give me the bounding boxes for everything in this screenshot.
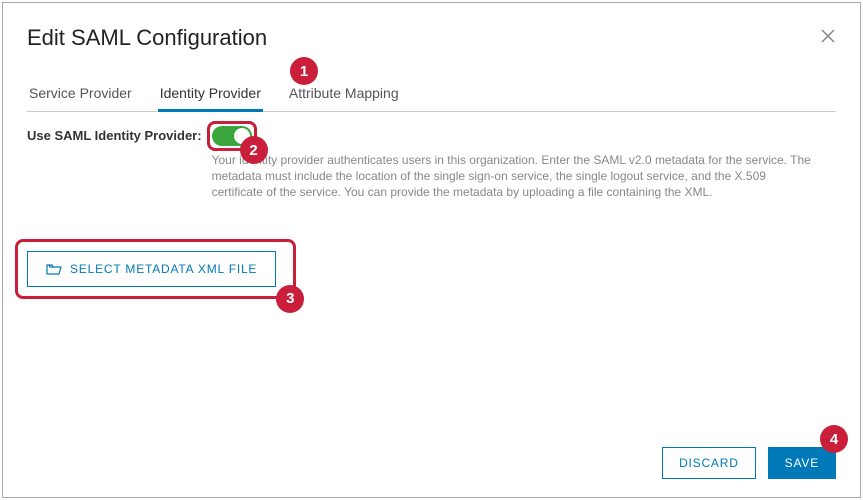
save-button[interactable]: SAVE (768, 447, 836, 479)
close-icon (820, 27, 836, 49)
discard-button[interactable]: DISCARD (662, 447, 756, 479)
tab-service-provider[interactable]: Service Provider (27, 79, 134, 111)
toggle-label: Use SAML Identity Provider: (27, 126, 202, 143)
callout-badge-1: 1 (290, 57, 318, 85)
tab-content: Use SAML Identity Provider: 2 Your ident… (27, 112, 836, 433)
select-file-label: SELECT METADATA XML FILE (70, 262, 257, 276)
callout-badge-2: 2 (240, 136, 268, 164)
folder-open-icon (46, 262, 62, 276)
callout-badge-3: 3 (276, 285, 304, 313)
toggle-row: Use SAML Identity Provider: 2 Your ident… (27, 126, 836, 201)
modal-title: Edit SAML Configuration (27, 25, 267, 51)
tab-identity-provider[interactable]: Identity Provider (158, 79, 263, 112)
idp-help-text: Your identity provider authenticates use… (212, 152, 812, 201)
close-button[interactable] (820, 28, 836, 48)
modal-header: Edit SAML Configuration (27, 25, 836, 51)
callout-badge-4: 4 (820, 425, 848, 453)
select-metadata-file-button[interactable]: SELECT METADATA XML FILE (27, 251, 276, 287)
modal-footer: DISCARD SAVE 4 (27, 433, 836, 479)
tab-bar: Service Provider Identity Provider Attri… (27, 79, 836, 112)
edit-saml-modal: Edit SAML Configuration Service Provider… (2, 2, 861, 498)
